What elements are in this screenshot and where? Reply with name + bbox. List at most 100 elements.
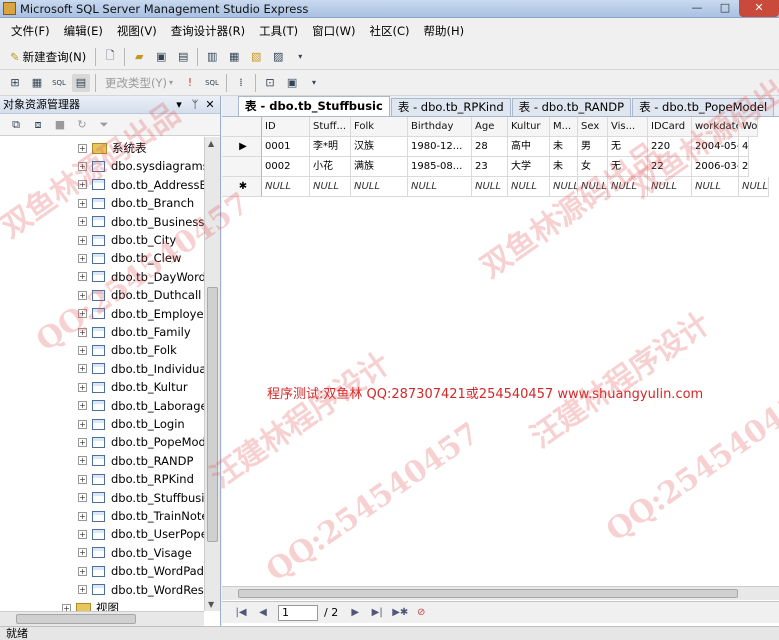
show-diagram-icon[interactable]: ⊞: [6, 74, 24, 92]
table-cell[interactable]: NULL: [262, 177, 310, 197]
next-record-icon[interactable]: ▶: [348, 606, 362, 620]
table-cell[interactable]: 未: [550, 137, 578, 157]
expand-icon[interactable]: +: [78, 401, 87, 411]
table-row[interactable]: 0002小花满族1985-08...23大学未女无222006-03-...2: [222, 157, 779, 177]
toolbar-options-icon[interactable]: ▾: [291, 48, 309, 66]
tree-table-node[interactable]: + dbo.tb_Duthcall: [78, 286, 201, 304]
menu-item[interactable]: 帮助(H): [417, 19, 472, 43]
tree-table-node[interactable]: + dbo.tb_Business: [78, 213, 204, 231]
tree-table-node[interactable]: + dbo.tb_TrainNote: [78, 507, 204, 525]
current-record-input[interactable]: 1: [278, 604, 318, 621]
tree-table-node[interactable]: + dbo.tb_Kultur: [78, 378, 188, 396]
table-cell[interactable]: 小花: [310, 157, 351, 177]
previous-record-icon[interactable]: ◀: [256, 606, 270, 620]
tree-table-node[interactable]: + dbo.tb_Employee: [78, 305, 204, 323]
table-cell[interactable]: 2: [739, 157, 750, 177]
close-button[interactable]: ✕: [739, 0, 779, 17]
tree-table-node[interactable]: + dbo.tb_Branch: [78, 194, 194, 212]
show-grid-icon[interactable]: ▦: [28, 74, 46, 92]
tree-table-node[interactable]: + dbo.tb_RANDP: [78, 452, 193, 470]
tree-folder[interactable]: + 系统表: [78, 139, 147, 157]
scroll-up-icon[interactable]: ▲: [208, 139, 214, 148]
expand-icon[interactable]: +: [78, 327, 87, 337]
show-results-icon[interactable]: ▤: [72, 73, 90, 92]
column-header[interactable]: Folk: [351, 117, 408, 137]
table-cell[interactable]: 无: [608, 137, 648, 157]
table-cell[interactable]: 0002: [262, 157, 310, 177]
expand-icon[interactable]: +: [78, 419, 87, 429]
expand-icon[interactable]: +: [78, 456, 87, 466]
execute-sql-icon[interactable]: !: [181, 74, 199, 92]
expand-icon[interactable]: +: [78, 364, 87, 374]
tree-table-node[interactable]: + dbo.tb_DayWord: [78, 268, 204, 286]
tree-table-node[interactable]: + dbo.sysdiagrams: [78, 157, 204, 175]
expand-icon[interactable]: +: [62, 603, 71, 611]
table-cell[interactable]: 汉族: [351, 137, 408, 157]
column-header[interactable]: Kultur: [508, 117, 550, 137]
table-cell[interactable]: 女: [578, 157, 608, 177]
expand-icon[interactable]: +: [78, 474, 87, 484]
table-cell[interactable]: NULL: [692, 177, 739, 197]
table-cell[interactable]: 4: [739, 137, 750, 157]
expand-icon[interactable]: +: [78, 529, 87, 539]
new-file-icon[interactable]: 🗋: [101, 48, 119, 66]
row-marker[interactable]: ✱: [222, 177, 262, 197]
table-cell[interactable]: 1980-12...: [408, 137, 472, 157]
first-record-icon[interactable]: |◀: [234, 606, 248, 620]
table-cell[interactable]: 高中: [508, 137, 550, 157]
expand-icon[interactable]: +: [78, 161, 87, 171]
expand-icon[interactable]: +: [78, 290, 87, 300]
table-cell[interactable]: 2006-03-...: [692, 157, 739, 177]
column-header[interactable]: workdate: [692, 117, 739, 137]
table-cell[interactable]: NULL: [408, 177, 472, 197]
column-header[interactable]: Sex: [578, 117, 608, 137]
refresh-icon[interactable]: ↻: [73, 116, 91, 134]
expand-icon[interactable]: +: [78, 180, 87, 190]
tree-table-node[interactable]: + dbo.tb_AddressB: [78, 176, 204, 194]
object-explorer-vertical-scrollbar[interactable]: ▲ ▼: [204, 137, 220, 611]
template-explorer-icon[interactable]: ▧: [247, 48, 265, 66]
table-cell[interactable]: NULL: [648, 177, 692, 197]
tree-table-node[interactable]: + dbo.tb_Visage: [78, 544, 192, 562]
verify-sql-icon[interactable]: SQL: [203, 74, 221, 92]
expand-icon[interactable]: +: [78, 548, 87, 558]
menu-item[interactable]: 文件(F): [4, 19, 57, 43]
table-cell[interactable]: 0001: [262, 137, 310, 157]
add-derived-table-icon[interactable]: ▣: [283, 74, 301, 92]
expand-icon[interactable]: +: [78, 345, 87, 355]
menu-item[interactable]: 查询设计器(R): [164, 19, 252, 43]
scroll-down-icon[interactable]: ▼: [208, 600, 214, 609]
panel-close-icon[interactable]: ✕: [203, 96, 217, 114]
table-cell[interactable]: NULL: [472, 177, 508, 197]
tree-table-node[interactable]: + dbo.tb_Laborage: [78, 397, 204, 415]
save-all-icon[interactable]: ▤: [174, 48, 192, 66]
expand-icon[interactable]: +: [78, 253, 87, 263]
row-marker[interactable]: ▶: [222, 137, 262, 157]
disconnect-icon[interactable]: ⧈: [29, 116, 47, 134]
connect-icon[interactable]: ⧉: [7, 116, 25, 134]
change-type-dropdown[interactable]: 更改类型(Y) ▾: [102, 72, 176, 94]
table-cell[interactable]: 男: [578, 137, 608, 157]
table-cell[interactable]: 李*明: [310, 137, 351, 157]
save-icon[interactable]: ▣: [152, 48, 170, 66]
toolbar-options-icon[interactable]: ▾: [305, 74, 323, 92]
stop-icon[interactable]: ■: [51, 116, 69, 134]
table-cell[interactable]: NULL: [351, 177, 408, 197]
panel-dropdown-icon[interactable]: ▾: [172, 96, 186, 114]
table-cell[interactable]: NULL: [739, 177, 769, 197]
document-tab[interactable]: 表 - dbo.tb_Stuffbusic: [238, 96, 390, 116]
column-header[interactable]: Vis...: [608, 117, 648, 137]
table-cell[interactable]: NULL: [550, 177, 578, 197]
add-table-icon[interactable]: ⊡: [261, 74, 279, 92]
table-cell[interactable]: NULL: [508, 177, 550, 197]
menu-item[interactable]: 社区(C): [363, 19, 417, 43]
tree-table-node[interactable]: + dbo.tb_WordPad: [78, 562, 204, 580]
table-cell[interactable]: NULL: [310, 177, 351, 197]
tree-table-node[interactable]: + dbo.tb_Clew: [78, 249, 181, 267]
expand-icon[interactable]: +: [78, 511, 87, 521]
expand-icon[interactable]: +: [78, 493, 87, 503]
table-cell[interactable]: 未: [550, 157, 578, 177]
table-cell[interactable]: 28: [472, 137, 508, 157]
table-cell[interactable]: NULL: [608, 177, 648, 197]
document-tab[interactable]: 表 - dbo.tb_RANDP: [511, 98, 632, 116]
